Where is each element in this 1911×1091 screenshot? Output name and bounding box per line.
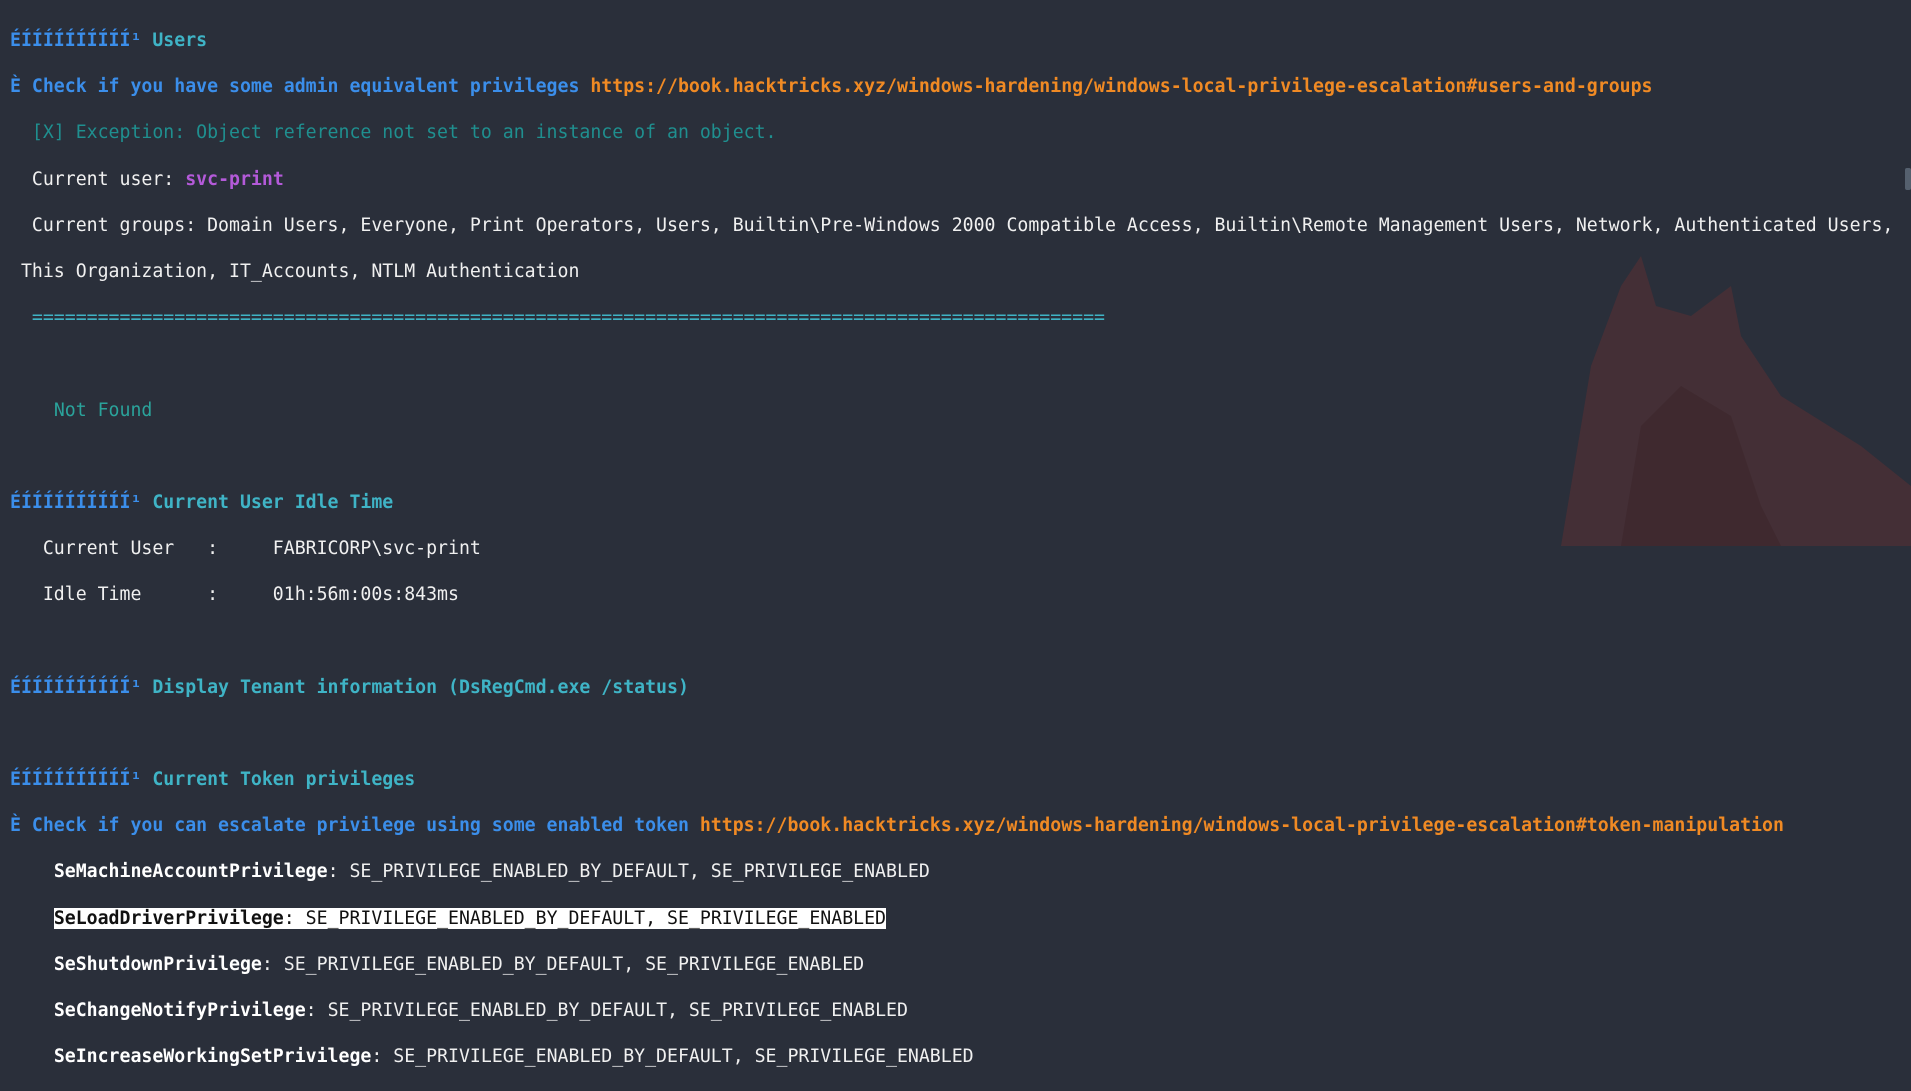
tokens-check-line: È Check if you can escalate privilege us… xyxy=(10,815,1784,837)
idle-header: ÉÍÍÍÍÍÍÍÍÍÍ¹ Current User Idle Time xyxy=(10,491,394,513)
users-check-line: È Check if you have some admin equivalen… xyxy=(10,76,1653,98)
exception-line: [X] Exception: Object reference not set … xyxy=(31,122,777,144)
terminal-output: ÉÍÍÍÍÍÍÍÍÍÍ¹ Users È Check if you have s… xyxy=(10,6,1903,1091)
scrollbar-thumb[interactable] xyxy=(1905,168,1911,190)
separator-line: ========================================… xyxy=(31,307,1105,329)
privilege-row: SeLoadDriverPrivilege: SE_PRIVILEGE_ENAB… xyxy=(10,907,1903,930)
groups-line-1: Current groups: Domain Users, Everyone, … xyxy=(31,214,1894,236)
privilege-row: SeShutdownPrivilege: SE_PRIVILEGE_ENABLE… xyxy=(53,953,865,975)
tenant-header: ÉÍÍÍÍÍÍÍÍÍÍ¹ Display Tenant information … xyxy=(10,676,689,698)
privilege-row: SeChangeNotifyPrivilege: SE_PRIVILEGE_EN… xyxy=(53,1000,908,1022)
privilege-row: SeMachineAccountPrivilege: SE_PRIVILEGE_… xyxy=(53,861,930,883)
privilege-row: SeIncreaseWorkingSetPrivilege: SE_PRIVIL… xyxy=(53,1046,974,1068)
highlighted-selection[interactable]: SeLoadDriverPrivilege: SE_PRIVILEGE_ENAB… xyxy=(53,907,887,929)
current-user-line: Current user: svc-print xyxy=(31,168,284,190)
users-groups-link[interactable]: https://book.hacktricks.xyz/windows-hard… xyxy=(590,76,1652,97)
groups-line-2: This Organization, IT_Accounts, NTLM Aut… xyxy=(20,261,580,283)
idle-time-line: Idle Time : 01h:56m:00s:843ms xyxy=(42,584,459,606)
idle-user-line: Current User : FABRICORP\svc-print xyxy=(42,538,481,560)
tokens-header: ÉÍÍÍÍÍÍÍÍÍÍ¹ Current Token privileges xyxy=(10,769,416,791)
not-found-line: Not Found xyxy=(53,399,153,421)
token-manipulation-link[interactable]: https://book.hacktricks.xyz/windows-hard… xyxy=(700,815,1784,836)
users-header: ÉÍÍÍÍÍÍÍÍÍÍ¹ Users xyxy=(10,30,208,52)
